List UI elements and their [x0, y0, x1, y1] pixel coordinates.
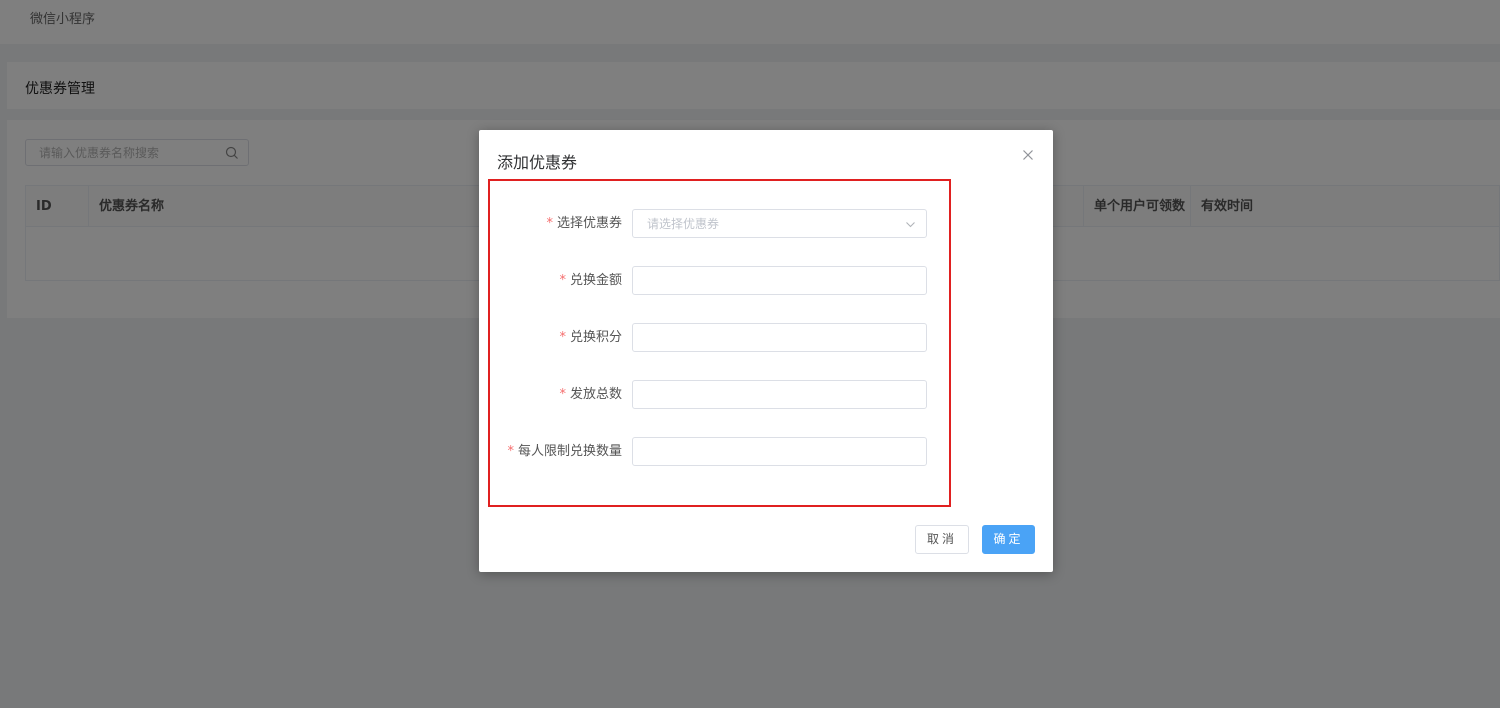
points-field[interactable] [632, 323, 927, 352]
chevron-down-icon[interactable] [905, 219, 916, 230]
form-row-coupon: * 选择优惠券 [479, 209, 1053, 239]
amount-label-text: 兑换金额 [569, 273, 622, 288]
total-issue-field[interactable] [632, 380, 927, 409]
required-mark: * [559, 387, 566, 402]
cancel-button[interactable]: 取消 [915, 525, 969, 554]
required-mark: * [559, 330, 566, 345]
coupon-select-label-text: 选择优惠券 [556, 216, 622, 231]
per-user-limit-field[interactable] [632, 437, 927, 466]
total-issue-label: * 发放总数 [559, 380, 622, 410]
amount-label: * 兑换金额 [559, 266, 622, 296]
points-label-text: 兑换积分 [569, 330, 622, 345]
total-issue-input[interactable] [633, 381, 926, 408]
per-user-limit-input[interactable] [633, 438, 926, 465]
coupon-select-input[interactable] [633, 210, 926, 237]
form-row-limit: * 每人限制兑换数量 [479, 437, 1053, 467]
form-row-total: * 发放总数 [479, 380, 1053, 410]
confirm-button[interactable]: 确定 [982, 525, 1035, 554]
coupon-select[interactable] [632, 209, 927, 238]
dialog-title: 添加优惠券 [497, 153, 578, 172]
amount-input[interactable] [633, 267, 926, 294]
amount-field[interactable] [632, 266, 927, 295]
required-mark: * [507, 444, 514, 459]
per-user-limit-label-text: 每人限制兑换数量 [517, 444, 622, 459]
points-input[interactable] [633, 324, 926, 351]
points-label: * 兑换积分 [559, 323, 622, 353]
add-coupon-dialog: 添加优惠券 *选择优惠券 *兑换金额 *兑换积分 [479, 130, 1053, 572]
form-row-points: * 兑换积分 [479, 323, 1053, 353]
coupon-select-label: * 选择优惠券 [546, 209, 622, 239]
required-mark: * [559, 273, 566, 288]
total-issue-label-text: 发放总数 [569, 387, 622, 402]
form-row-amount: * 兑换金额 [479, 266, 1053, 296]
required-mark: * [546, 216, 553, 231]
per-user-limit-label: * 每人限制兑换数量 [507, 437, 622, 467]
close-icon[interactable] [1021, 148, 1035, 162]
